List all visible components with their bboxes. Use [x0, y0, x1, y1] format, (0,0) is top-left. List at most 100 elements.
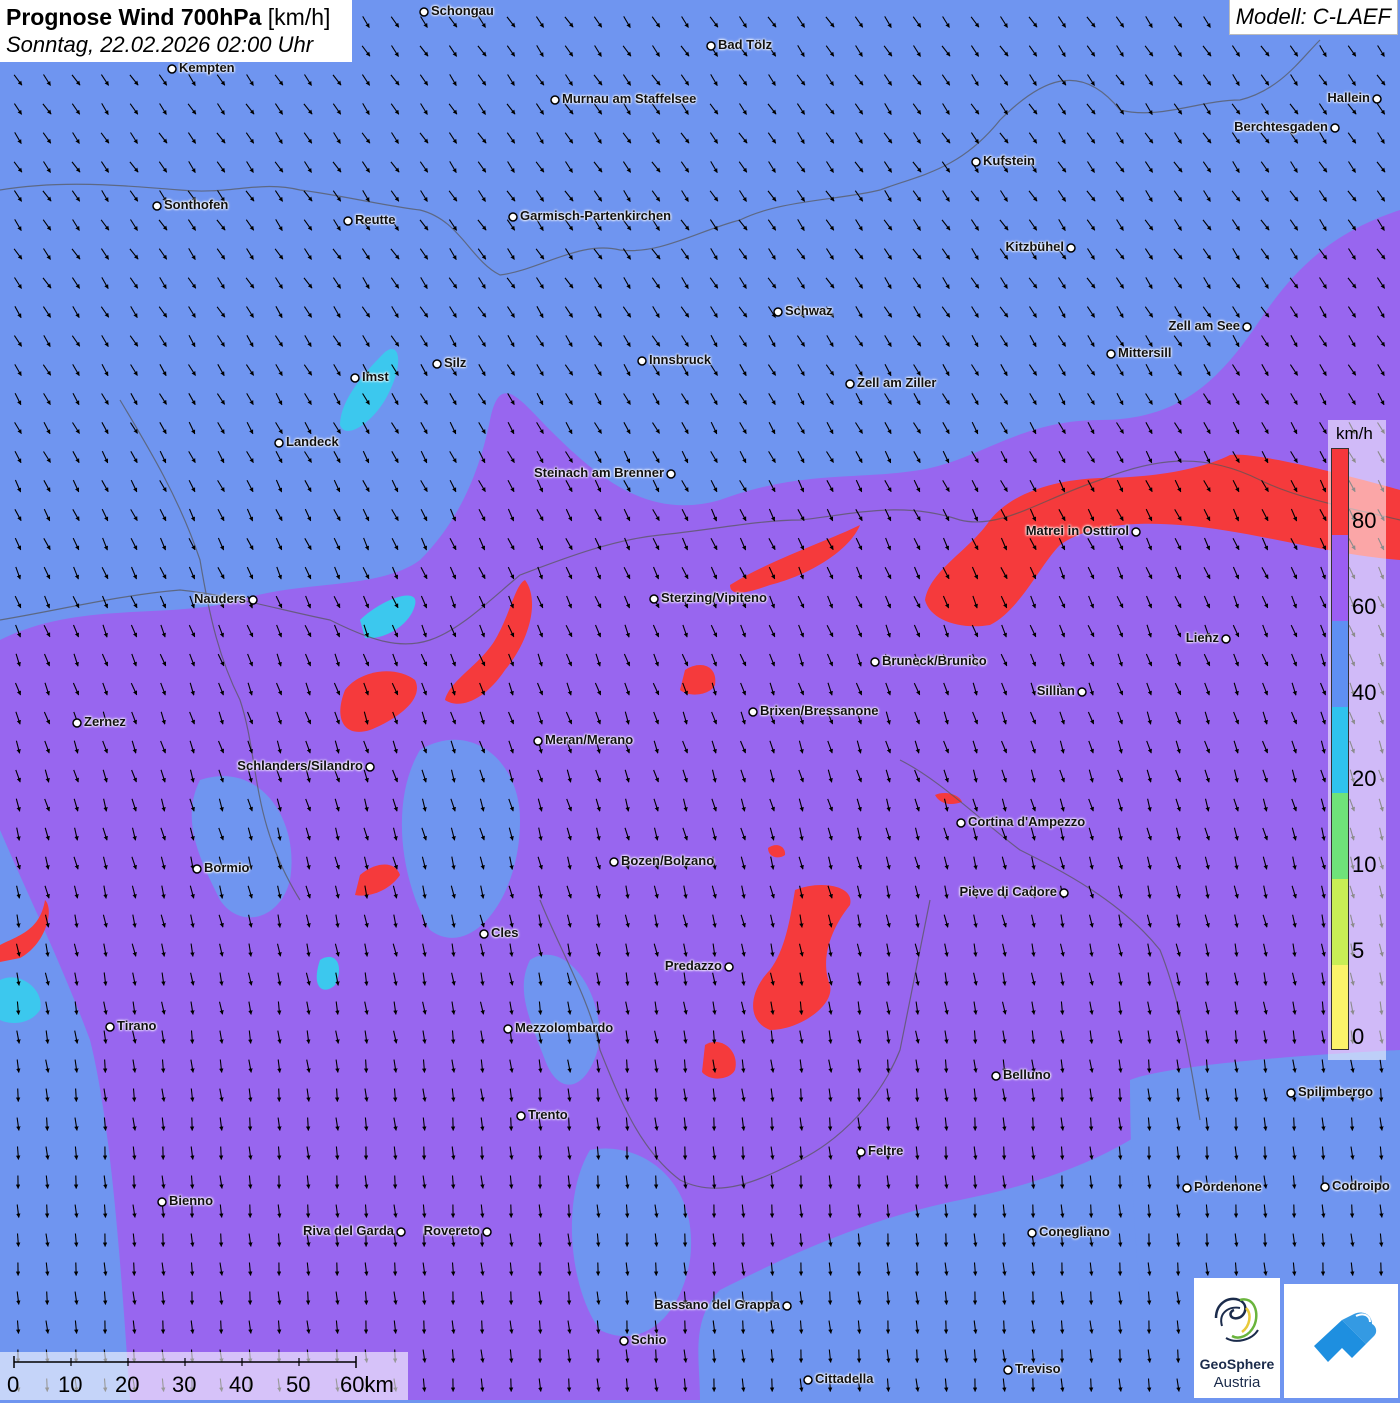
- city-marker: [1287, 1089, 1295, 1097]
- city-label: Hallein: [1327, 90, 1370, 105]
- city-marker: [158, 1198, 166, 1206]
- wind-arrow: [308, 1205, 309, 1218]
- city-label: Feltre: [868, 1143, 903, 1158]
- wind-arrow: [482, 1147, 483, 1160]
- wind-arrow: [395, 1263, 396, 1276]
- city-label: Kufstein: [983, 153, 1035, 168]
- wind-arrow: [917, 1263, 918, 1276]
- city-marker: [972, 158, 980, 166]
- city-label: Innsbruck: [649, 352, 711, 367]
- city-marker: [1222, 635, 1230, 643]
- city-label: Tirano: [117, 1018, 157, 1033]
- geosphere-logo[interactable]: GeoSphere Austria: [1194, 1278, 1280, 1398]
- city-label: Bozen/Bolzano: [621, 853, 714, 868]
- legend-label: 80: [1352, 508, 1376, 534]
- city-label: Conegliano: [1039, 1224, 1110, 1239]
- city-label: Bormio: [204, 860, 250, 875]
- city-label: Brixen/Bressanone: [760, 703, 879, 718]
- city-label: Schlanders/Silandro: [237, 758, 363, 773]
- city-marker: [509, 213, 517, 221]
- wind-arrow: [250, 1118, 251, 1131]
- city-marker: [480, 930, 488, 938]
- city-label: Riva del Garda: [303, 1223, 394, 1238]
- city-label: Cittadella: [815, 1371, 874, 1386]
- city-marker: [707, 42, 715, 50]
- city-label: Steinach am Brenner: [534, 465, 664, 480]
- wind-arrow: [482, 1234, 483, 1247]
- city-label: Predazzo: [665, 958, 722, 973]
- wind-arrow: [1033, 1118, 1034, 1131]
- legend-seg-5to10: [1332, 879, 1348, 965]
- city-marker: [1132, 528, 1140, 536]
- map-title: Prognose Wind 700hPa [km/h]: [6, 4, 346, 31]
- legend-label: 60: [1352, 594, 1376, 620]
- city-label: Kitzbühel: [1006, 239, 1065, 254]
- city-marker: [1183, 1184, 1191, 1192]
- city-marker: [517, 1112, 525, 1120]
- wind-arrow: [830, 1205, 831, 1218]
- city-label: Zernez: [84, 714, 126, 729]
- legend-label: 5: [1352, 938, 1364, 964]
- map-title-box: Prognose Wind 700hPa [km/h] Sonntag, 22.…: [0, 0, 352, 62]
- city-label: Bad Tölz: [718, 37, 772, 52]
- city-marker: [725, 963, 733, 971]
- geosphere-sub: Austria: [1194, 1374, 1280, 1391]
- legend-seg-20to40: [1332, 707, 1348, 793]
- legend-seg-60to80: [1332, 535, 1348, 621]
- city-label: Pieve di Cadore: [959, 884, 1057, 899]
- city-label: Sterzing/Vipiteno: [661, 590, 767, 605]
- wind-arrow: [1062, 1089, 1063, 1102]
- city-marker: [1078, 688, 1086, 696]
- wind-arrow: [743, 1147, 744, 1160]
- wind-arrow: [569, 1205, 570, 1218]
- city-marker: [1060, 889, 1068, 897]
- city-marker: [749, 708, 757, 716]
- city-label: Nauders: [194, 591, 246, 606]
- wind-arrow: [743, 1321, 744, 1334]
- city-marker: [433, 360, 441, 368]
- city-marker: [620, 1337, 628, 1345]
- city-label: Schwaz: [785, 303, 833, 318]
- title-main: Prognose Wind 700hPa: [6, 4, 261, 30]
- scale-label: 10: [58, 1372, 82, 1398]
- title-unit: [km/h]: [268, 4, 331, 30]
- wind-arrow: [482, 1321, 483, 1334]
- color-legend: km/h 80 60 40 20 10 5 0: [1328, 420, 1386, 1060]
- city-marker: [804, 1376, 812, 1384]
- city-label: Pordenone: [1194, 1179, 1262, 1194]
- wind-arrow: [1091, 1292, 1092, 1305]
- scale-label: 60km: [340, 1372, 394, 1398]
- city-marker: [1373, 95, 1381, 103]
- city-label: Berchtesgaden: [1234, 119, 1328, 134]
- city-marker: [420, 8, 428, 16]
- wind-arrow: [18, 1089, 19, 1102]
- city-label: Spilimbergo: [1298, 1084, 1373, 1099]
- weather-app-logo[interactable]: [1284, 1284, 1398, 1398]
- wind-arrow: [1091, 1205, 1092, 1218]
- scale-label: 40: [229, 1372, 253, 1398]
- city-marker: [483, 1228, 491, 1236]
- legend-seg-10to20: [1332, 793, 1348, 879]
- city-marker: [1243, 323, 1251, 331]
- city-label: Meran/Merano: [545, 732, 633, 747]
- wind-arrow: [1178, 1350, 1179, 1363]
- wind-arrow: [569, 1379, 570, 1392]
- city-marker: [249, 596, 257, 604]
- legend-label: 0: [1352, 1024, 1364, 1050]
- city-marker: [344, 217, 352, 225]
- city-marker: [1321, 1183, 1329, 1191]
- legend-bar: [1331, 448, 1349, 1050]
- legend-label: 40: [1352, 680, 1376, 706]
- city-marker: [1004, 1366, 1012, 1374]
- wind-arrow: [1091, 1379, 1092, 1392]
- city-label: Codroipo: [1332, 1178, 1390, 1193]
- city-marker: [846, 380, 854, 388]
- city-label: Landeck: [286, 434, 339, 449]
- city-label: Zell am Ziller: [857, 375, 936, 390]
- cloud-arrow-icon: [1284, 1284, 1398, 1398]
- wind-arrow: [279, 1089, 280, 1102]
- city-label: Sillian: [1037, 683, 1075, 698]
- scale-bar: 0 10 20 30 40 50 60km: [0, 1352, 408, 1400]
- scale-bar-ticks: [0, 1352, 408, 1372]
- wind-arrow: [772, 1118, 773, 1131]
